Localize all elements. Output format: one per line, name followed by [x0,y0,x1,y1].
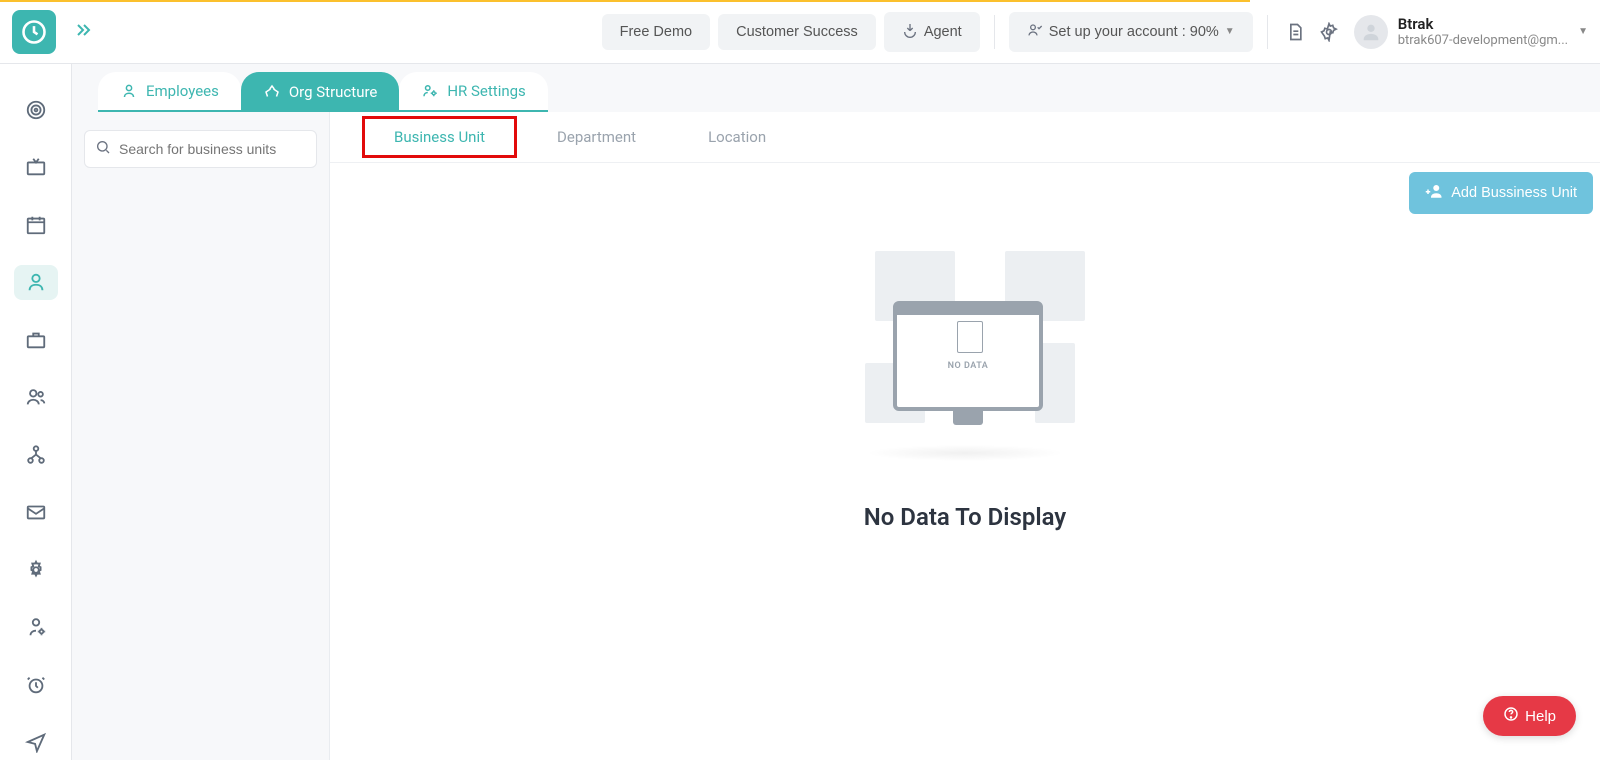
nav-gear-icon[interactable] [14,552,58,588]
nav-users-pair-icon[interactable] [14,380,58,416]
illust-no-data-text: NO DATA [897,361,1039,371]
divider [1267,15,1268,49]
free-demo-label: Free Demo [620,24,693,40]
nav-mail-icon[interactable] [14,495,58,531]
settings-icon[interactable] [1312,15,1346,49]
tab-hr-settings[interactable]: HR Settings [399,72,547,112]
subtab-business-unit[interactable]: Business Unit [358,112,521,162]
search-input-wrap[interactable] [84,130,317,168]
top-header: Free Demo Customer Success Agent Set up … [0,0,1600,64]
subtab-location[interactable]: Location [672,112,802,162]
subtab-department-label: Department [557,128,636,146]
agent-label: Agent [924,24,962,40]
user-email: btrak607-development@gm... [1398,33,1568,49]
user-menu[interactable]: Btrak btrak607-development@gm... [1354,15,1568,49]
setup-account-label: Set up your account : 90% [1049,24,1219,40]
document-icon[interactable] [1278,15,1312,49]
nav-tv-icon[interactable] [14,150,58,186]
add-business-unit-button[interactable]: Add Bussiness Unit [1409,172,1593,214]
nav-calendar-icon[interactable] [14,207,58,243]
empty-illustration: NO DATA [835,243,1095,443]
divider [994,15,995,49]
search-input[interactable] [119,141,306,157]
subtab-location-label: Location [708,128,766,146]
subtab-department[interactable]: Department [521,112,672,162]
nav-org-icon[interactable] [14,437,58,473]
expand-sidebar-icon[interactable] [68,18,102,45]
tab-org-structure[interactable]: Org Structure [241,72,400,112]
download-icon [902,22,918,42]
app-logo[interactable] [12,10,56,54]
search-icon [95,139,111,159]
customer-success-label: Customer Success [736,24,858,40]
right-panel: Business Unit Department Location Add Bu… [330,112,1600,760]
question-icon [1503,706,1519,726]
person-check-icon [1027,22,1043,42]
empty-state: NO DATA No Data To Display [330,163,1600,760]
left-panel [72,112,330,760]
nav-send-icon[interactable] [14,725,58,760]
sub-tabs: Business Unit Department Location [330,112,1600,163]
setup-account-button[interactable]: Set up your account : 90% ▼ [1009,12,1253,52]
chevron-down-icon: ▼ [1225,26,1235,37]
avatar [1354,15,1388,49]
empty-title: No Data To Display [864,503,1066,531]
help-label: Help [1525,708,1556,725]
chevron-down-icon[interactable]: ▼ [1578,26,1588,37]
tab-hr-settings-label: HR Settings [447,82,525,100]
add-business-unit-label: Add Bussiness Unit [1451,185,1577,201]
help-button[interactable]: Help [1483,696,1576,736]
nav-people-icon[interactable] [14,265,58,301]
user-name: Btrak [1398,15,1568,33]
subtab-business-unit-label: Business Unit [394,128,485,146]
tab-employees[interactable]: Employees [98,72,241,112]
agent-button[interactable]: Agent [884,12,980,52]
nav-alarm-icon[interactable] [14,667,58,703]
loading-bar [0,0,1250,2]
tab-employees-label: Employees [146,82,219,100]
nav-person-manage-icon[interactable] [14,610,58,646]
left-nav [0,64,72,760]
user-text: Btrak btrak607-development@gm... [1398,15,1568,49]
primary-tabs: Employees Org Structure HR Settings [72,64,1600,112]
person-plus-icon [1425,182,1443,204]
tab-org-structure-label: Org Structure [289,83,378,101]
free-demo-button[interactable]: Free Demo [602,14,711,50]
nav-target-icon[interactable] [14,92,58,128]
customer-success-button[interactable]: Customer Success [718,14,876,50]
nav-briefcase-icon[interactable] [14,322,58,358]
